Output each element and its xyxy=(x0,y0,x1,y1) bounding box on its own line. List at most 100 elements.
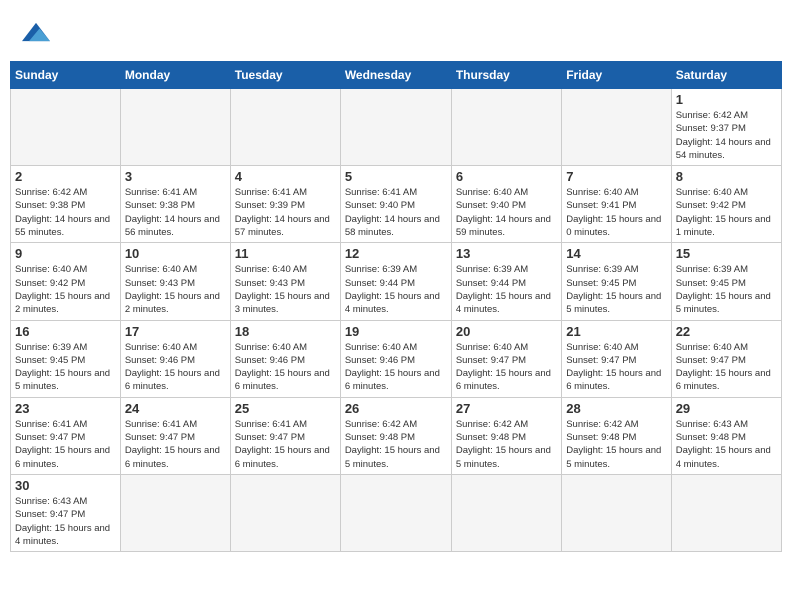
calendar-day-cell: 24 Sunrise: 6:41 AM Sunset: 9:47 PM Dayli… xyxy=(120,397,230,474)
calendar-header-thursday: Thursday xyxy=(451,62,561,89)
calendar-day-cell: 23Sunrise: 6:41 AM Sunset: 9:47 PM Dayli… xyxy=(11,397,121,474)
day-number: 7 xyxy=(566,169,666,184)
day-info: Sunrise: 6:41 AM Sunset: 9:47 PM Dayligh… xyxy=(235,418,336,471)
day-info: Sunrise: 6:39 AM Sunset: 9:45 PM Dayligh… xyxy=(15,341,116,394)
day-info: Sunrise: 6:42 AM Sunset: 9:48 PM Dayligh… xyxy=(456,418,557,471)
day-number: 24 xyxy=(125,401,226,416)
day-number: 4 xyxy=(235,169,336,184)
day-number: 20 xyxy=(456,324,557,339)
day-info: Sunrise: 6:41 AM Sunset: 9:38 PM Dayligh… xyxy=(125,186,226,239)
calendar-day-cell: 16 Sunrise: 6:39 AM Sunset: 9:45 PM Dayli… xyxy=(11,320,121,397)
calendar-week-row: 23 Sunrise: 6:41 AM Sunset: 9:47 PM Dayli… xyxy=(11,397,782,474)
calendar-day-cell: 12 Sunrise: 6:39 AM Sunset: 9:44 PM Dayli… xyxy=(340,243,451,320)
calendar-day-cell: 14 Sunrise: 6:39 AM Sunset: 9:45 PM Dayli… xyxy=(562,243,671,320)
day-number: 28 xyxy=(566,401,666,416)
calendar-day-cell: 6Sunrise: 6:40 AM Sunset: 9:40 PM Daylig… xyxy=(451,166,561,243)
day-number: 21 xyxy=(566,324,666,339)
day-number: 15 xyxy=(676,246,777,261)
calendar-day-cell: 15 Sunrise: 6:39 AM Sunset: 9:45 PM Dayli… xyxy=(671,243,781,320)
day-info: Sunrise: 6:40 AM Sunset: 9:42 PM Dayligh… xyxy=(676,186,777,239)
day-number: 1 xyxy=(676,92,777,107)
day-number: 3 xyxy=(125,169,226,184)
day-number: 18 xyxy=(235,324,336,339)
day-info: Sunrise: 6:42 AM Sunset: 9:48 PM Dayligh… xyxy=(566,418,666,471)
calendar-day-cell: 29 Sunrise: 6:43 AM Sunset: 9:48 PM Dayli… xyxy=(671,397,781,474)
day-number: 11 xyxy=(235,246,336,261)
calendar-header-friday: Friday xyxy=(562,62,671,89)
day-info: Sunrise: 6:41 AM Sunset: 9:40 PM Dayligh… xyxy=(345,186,447,239)
calendar-day-cell xyxy=(340,89,451,166)
calendar-week-row: 16 Sunrise: 6:39 AM Sunset: 9:45 PM Dayli… xyxy=(11,320,782,397)
calendar-day-cell: 11 Sunrise: 6:40 AM Sunset: 9:43 PM Dayli… xyxy=(230,243,340,320)
calendar-day-cell: 21Sunrise: 6:40 AM Sunset: 9:47 PM Dayli… xyxy=(562,320,671,397)
logo xyxy=(20,18,50,51)
calendar-day-cell: 1 Sunrise: 6:42 AM Sunset: 9:37 PM Daylig… xyxy=(671,89,781,166)
day-number: 22 xyxy=(676,324,777,339)
calendar-day-cell xyxy=(120,89,230,166)
day-info: Sunrise: 6:39 AM Sunset: 9:44 PM Dayligh… xyxy=(345,263,447,316)
calendar-day-cell xyxy=(120,474,230,551)
calendar-day-cell xyxy=(562,474,671,551)
logo-icon xyxy=(22,18,50,46)
day-number: 14 xyxy=(566,246,666,261)
calendar-header-saturday: Saturday xyxy=(671,62,781,89)
day-info: Sunrise: 6:41 AM Sunset: 9:47 PM Dayligh… xyxy=(125,418,226,471)
calendar-day-cell xyxy=(340,474,451,551)
day-info: Sunrise: 6:39 AM Sunset: 9:45 PM Dayligh… xyxy=(676,263,777,316)
day-number: 16 xyxy=(15,324,116,339)
calendar-day-cell xyxy=(671,474,781,551)
day-number: 5 xyxy=(345,169,447,184)
day-info: Sunrise: 6:40 AM Sunset: 9:40 PM Dayligh… xyxy=(456,186,557,239)
day-info: Sunrise: 6:39 AM Sunset: 9:44 PM Dayligh… xyxy=(456,263,557,316)
calendar-day-cell: 8 Sunrise: 6:40 AM Sunset: 9:42 PM Daylig… xyxy=(671,166,781,243)
day-info: Sunrise: 6:43 AM Sunset: 9:48 PM Dayligh… xyxy=(676,418,777,471)
day-info: Sunrise: 6:39 AM Sunset: 9:45 PM Dayligh… xyxy=(566,263,666,316)
calendar-day-cell xyxy=(11,89,121,166)
calendar-day-cell: 9Sunrise: 6:40 AM Sunset: 9:42 PM Daylig… xyxy=(11,243,121,320)
calendar-day-cell: 10Sunrise: 6:40 AM Sunset: 9:43 PM Dayli… xyxy=(120,243,230,320)
calendar-header-tuesday: Tuesday xyxy=(230,62,340,89)
day-info: Sunrise: 6:40 AM Sunset: 9:43 PM Dayligh… xyxy=(235,263,336,316)
calendar-day-cell: 2 Sunrise: 6:42 AM Sunset: 9:38 PM Daylig… xyxy=(11,166,121,243)
day-number: 17 xyxy=(125,324,226,339)
calendar-day-cell: 26Sunrise: 6:42 AM Sunset: 9:48 PM Dayli… xyxy=(340,397,451,474)
day-number: 13 xyxy=(456,246,557,261)
calendar-day-cell: 22 Sunrise: 6:40 AM Sunset: 9:47 PM Dayli… xyxy=(671,320,781,397)
calendar-day-cell: 17Sunrise: 6:40 AM Sunset: 9:46 PM Dayli… xyxy=(120,320,230,397)
day-info: Sunrise: 6:40 AM Sunset: 9:47 PM Dayligh… xyxy=(676,341,777,394)
day-number: 25 xyxy=(235,401,336,416)
calendar-header-wednesday: Wednesday xyxy=(340,62,451,89)
day-info: Sunrise: 6:40 AM Sunset: 9:47 PM Dayligh… xyxy=(456,341,557,394)
calendar-header-monday: Monday xyxy=(120,62,230,89)
calendar-table: SundayMondayTuesdayWednesdayThursdayFrid… xyxy=(10,61,782,552)
calendar-day-cell: 13 Sunrise: 6:39 AM Sunset: 9:44 PM Dayli… xyxy=(451,243,561,320)
day-number: 2 xyxy=(15,169,116,184)
day-info: Sunrise: 6:42 AM Sunset: 9:37 PM Dayligh… xyxy=(676,109,777,162)
calendar-day-cell xyxy=(451,474,561,551)
calendar-day-cell: 19Sunrise: 6:40 AM Sunset: 9:46 PM Dayli… xyxy=(340,320,451,397)
calendar-day-cell xyxy=(230,474,340,551)
day-number: 29 xyxy=(676,401,777,416)
day-number: 23 xyxy=(15,401,116,416)
calendar-day-cell: 30Sunrise: 6:43 AM Sunset: 9:47 PM Dayli… xyxy=(11,474,121,551)
calendar-day-cell: 3 Sunrise: 6:41 AM Sunset: 9:38 PM Daylig… xyxy=(120,166,230,243)
day-number: 8 xyxy=(676,169,777,184)
calendar-day-cell: 5 Sunrise: 6:41 AM Sunset: 9:40 PM Daylig… xyxy=(340,166,451,243)
day-info: Sunrise: 6:43 AM Sunset: 9:47 PM Dayligh… xyxy=(15,495,116,548)
page-header xyxy=(10,10,782,55)
calendar-day-cell: 27 Sunrise: 6:42 AM Sunset: 9:48 PM Dayli… xyxy=(451,397,561,474)
day-number: 12 xyxy=(345,246,447,261)
day-number: 9 xyxy=(15,246,116,261)
day-number: 26 xyxy=(345,401,447,416)
calendar-day-cell: 28 Sunrise: 6:42 AM Sunset: 9:48 PM Dayli… xyxy=(562,397,671,474)
calendar-day-cell: 18Sunrise: 6:40 AM Sunset: 9:46 PM Dayli… xyxy=(230,320,340,397)
calendar-day-cell xyxy=(562,89,671,166)
day-info: Sunrise: 6:41 AM Sunset: 9:39 PM Dayligh… xyxy=(235,186,336,239)
day-number: 27 xyxy=(456,401,557,416)
calendar-day-cell: 7Sunrise: 6:40 AM Sunset: 9:41 PM Daylig… xyxy=(562,166,671,243)
calendar-day-cell: 20 Sunrise: 6:40 AM Sunset: 9:47 PM Dayli… xyxy=(451,320,561,397)
day-info: Sunrise: 6:42 AM Sunset: 9:38 PM Dayligh… xyxy=(15,186,116,239)
day-info: Sunrise: 6:40 AM Sunset: 9:46 PM Dayligh… xyxy=(345,341,447,394)
calendar-week-row: 30Sunrise: 6:43 AM Sunset: 9:47 PM Dayli… xyxy=(11,474,782,551)
calendar-day-cell xyxy=(230,89,340,166)
